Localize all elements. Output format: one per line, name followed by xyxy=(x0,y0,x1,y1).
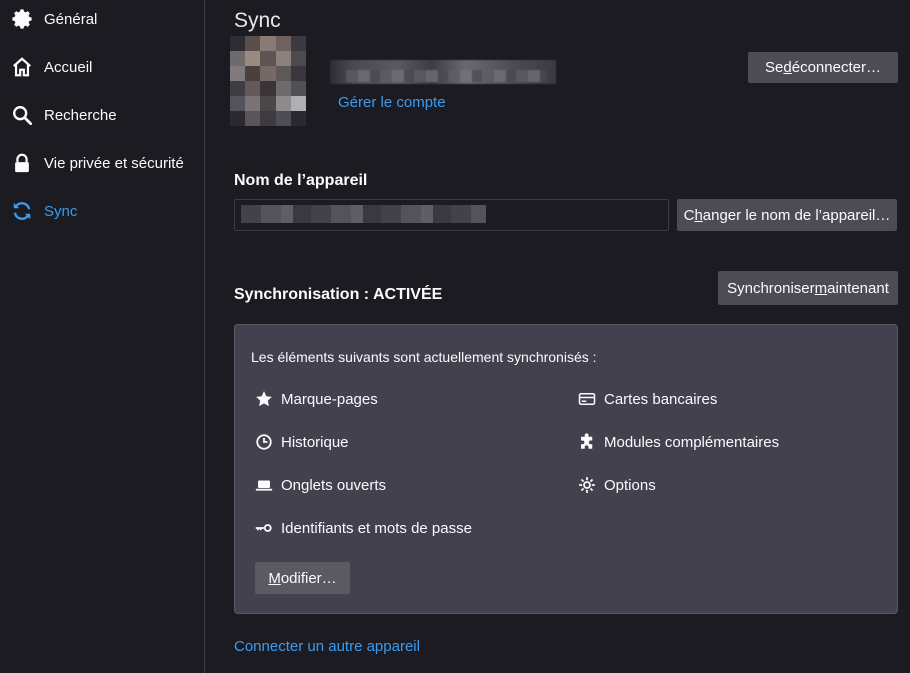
rename-button-accesskey: h xyxy=(694,206,703,224)
rename-button-label: C xyxy=(683,206,695,224)
synced-item-label: Identifiants et mots de passe xyxy=(281,519,472,537)
device-name-label: Nom de l’appareil xyxy=(234,172,368,189)
synced-items-intro: Les éléments suivants sont actuellement … xyxy=(251,349,597,365)
synced-items-panel: Les éléments suivants sont actuellement … xyxy=(234,324,898,614)
sidebar-item-label: Vie privée et sécurité xyxy=(44,154,184,172)
synced-item-label: Modules complémentaires xyxy=(604,433,780,451)
laptop-icon xyxy=(255,476,273,494)
page-title: Sync xyxy=(234,9,281,32)
synced-item-logins: Identifiants et mots de passe xyxy=(255,519,472,537)
modify-button-label-rest: odifier… xyxy=(280,569,337,587)
synced-item-label: Onglets ouverts xyxy=(281,476,387,494)
sidebar-item-home[interactable]: Accueil xyxy=(10,52,200,82)
sync-icon xyxy=(10,199,34,223)
logout-button[interactable]: Se d éconnecter… xyxy=(748,52,898,83)
synced-item-open-tabs: Onglets ouverts xyxy=(255,476,386,494)
sidebar-item-privacy[interactable]: Vie privée et sécurité xyxy=(10,148,200,178)
account-email-blurred xyxy=(330,60,556,84)
synced-item-options: Options xyxy=(578,476,656,494)
search-icon xyxy=(10,103,34,127)
star-icon xyxy=(255,390,273,408)
sidebar-item-label: Accueil xyxy=(44,58,93,76)
credit-card-icon xyxy=(578,390,596,408)
rename-device-button[interactable]: Ch anger le nom de l’appareil… xyxy=(677,199,897,231)
manage-account-link[interactable]: Gérer le compte xyxy=(338,94,446,111)
sync-pane: Sync Gérer le compte Se d éconnecter… Nom… xyxy=(206,0,910,673)
sidebar: Général Accueil Recherche Vie privée et … xyxy=(0,0,205,673)
puzzle-icon xyxy=(578,433,596,451)
synced-item-label: Historique xyxy=(281,433,349,451)
sync-now-accesskey: m xyxy=(814,279,828,297)
synced-item-credit-cards: Cartes bancaires xyxy=(578,390,717,408)
synced-item-addons: Modules complémentaires xyxy=(578,433,779,451)
sidebar-item-label: Sync xyxy=(44,202,78,220)
synced-item-label: Marque-pages xyxy=(281,390,378,408)
home-icon xyxy=(10,55,34,79)
avatar xyxy=(230,36,306,126)
modify-button-accesskey: M xyxy=(268,569,281,587)
device-name-field[interactable] xyxy=(234,199,669,231)
logout-button-label-rest: éconnecter… xyxy=(791,59,881,76)
rename-button-label-rest: anger le nom de l’appareil… xyxy=(702,206,891,224)
lock-icon xyxy=(10,151,34,175)
sync-now-label-rest: aintenant xyxy=(827,279,889,297)
sync-now-button[interactable]: Synchroniser m aintenant xyxy=(718,271,898,305)
synced-item-bookmarks: Marque-pages xyxy=(255,390,378,408)
sync-now-label: Synchroniser xyxy=(727,279,815,297)
synced-item-label: Cartes bancaires xyxy=(604,390,718,408)
synced-item-label: Options xyxy=(604,476,656,494)
sidebar-item-label: Général xyxy=(44,10,98,28)
sidebar-item-sync[interactable]: Sync xyxy=(10,196,200,226)
device-name-blurred xyxy=(241,205,486,223)
sidebar-item-search[interactable]: Recherche xyxy=(10,100,200,130)
gear-icon xyxy=(10,7,34,31)
logout-button-accesskey: d xyxy=(783,59,792,76)
modify-sync-button[interactable]: Modifier… xyxy=(255,562,350,594)
gear-icon xyxy=(578,476,596,494)
clock-icon xyxy=(255,433,273,451)
sync-status-heading: Synchronisation : ACTIVÉE xyxy=(234,286,443,303)
key-icon xyxy=(255,519,273,537)
synced-item-history: Historique xyxy=(255,433,349,451)
sidebar-item-general[interactable]: Général xyxy=(10,4,200,34)
sidebar-item-label: Recherche xyxy=(44,106,117,124)
logout-button-label: Se xyxy=(765,59,784,76)
connect-device-link[interactable]: Connecter un autre appareil xyxy=(234,638,420,655)
